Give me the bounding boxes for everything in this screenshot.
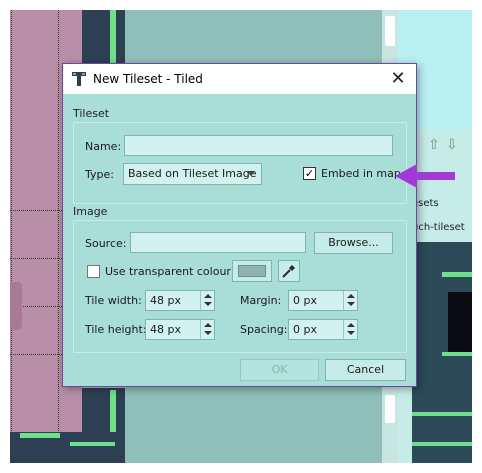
- purple-arrow-icon: [395, 164, 455, 188]
- name-label-text: Name:: [85, 140, 122, 153]
- tiled-app-icon: [72, 72, 86, 86]
- close-icon[interactable]: ✕: [386, 67, 410, 91]
- stepper-down-icon[interactable]: [204, 331, 212, 335]
- tileset-tile: [412, 442, 472, 446]
- tile-height-label: Tile height:: [85, 323, 147, 336]
- stepper-up-icon[interactable]: [347, 294, 355, 298]
- transparent-colour-checkbox[interactable]: [87, 265, 100, 278]
- embed-in-map-checkbox[interactable]: ✓: [303, 167, 316, 180]
- stepper-buttons[interactable]: [200, 320, 214, 339]
- colour-swatch-button[interactable]: [232, 260, 272, 282]
- tile-height-value: 48 px: [150, 323, 181, 336]
- dialog-title: New Tileset - Tiled: [93, 72, 203, 86]
- cancel-button[interactable]: Cancel: [325, 359, 406, 381]
- stepper-up-icon[interactable]: [347, 323, 355, 327]
- colour-swatch: [238, 265, 266, 277]
- grid-line: [58, 10, 59, 463]
- tileset-tab[interactable]: uch-tileset: [412, 222, 465, 233]
- type-dropdown-value: Based on Tileset Image: [128, 167, 257, 180]
- arrow-down-icon[interactable]: ⇩: [446, 138, 460, 152]
- browse-button[interactable]: Browse...: [314, 232, 393, 254]
- map-tile: [70, 442, 115, 446]
- transparent-colour-label[interactable]: Use transparent colour:: [105, 265, 234, 278]
- stepper-buttons[interactable]: [343, 291, 357, 310]
- name-label: Name:: [85, 140, 121, 153]
- spacing-value: 0 px: [293, 323, 317, 336]
- stepper-down-icon[interactable]: [347, 302, 355, 306]
- new-tileset-dialog: New Tileset - Tiled ✕ Tileset Name: Type…: [62, 63, 417, 387]
- stepper-down-icon[interactable]: [204, 302, 212, 306]
- source-label: Source:: [85, 237, 127, 250]
- scrollbar-thumb[interactable]: [385, 395, 395, 423]
- colour-picker-button[interactable]: [278, 260, 300, 282]
- map-tile: [20, 433, 60, 438]
- stepper-buttons[interactable]: [343, 320, 357, 339]
- eyedropper-icon: [282, 265, 295, 278]
- stepper-buttons[interactable]: [200, 291, 214, 310]
- tile-width-stepper[interactable]: 48 px: [145, 290, 215, 311]
- tile-width-value: 48 px: [150, 294, 181, 307]
- stepper-down-icon[interactable]: [347, 331, 355, 335]
- tileset-tile: [412, 412, 472, 416]
- embed-in-map-label[interactable]: Embed in map: [321, 167, 401, 180]
- scrollbar-thumb[interactable]: [385, 16, 395, 46]
- name-field[interactable]: [124, 135, 393, 156]
- tile-width-label: Tile width:: [85, 294, 142, 307]
- ok-button[interactable]: OK: [240, 359, 319, 381]
- type-label: Type:: [85, 168, 114, 181]
- dialog-titlebar[interactable]: New Tileset - Tiled ✕: [63, 64, 416, 94]
- tile-height-stepper[interactable]: 48 px: [145, 319, 215, 340]
- map-tile: [110, 10, 116, 70]
- tileset-tile: [448, 292, 472, 352]
- image-group-label: Image: [73, 205, 108, 218]
- tileset-tile: [442, 352, 472, 356]
- map-tile-highlight: [10, 282, 22, 330]
- chevron-down-icon: [247, 171, 255, 176]
- type-dropdown[interactable]: Based on Tileset Image: [123, 163, 262, 185]
- margin-value: 0 px: [293, 294, 317, 307]
- arrow-up-icon[interactable]: ⇧: [428, 138, 442, 152]
- margin-stepper[interactable]: 0 px: [288, 290, 358, 311]
- spacing-label: Spacing:: [240, 323, 288, 336]
- margin-label: Margin:: [240, 294, 282, 307]
- tileset-preview[interactable]: [412, 242, 472, 463]
- stepper-up-icon[interactable]: [204, 323, 212, 327]
- spacing-stepper[interactable]: 0 px: [288, 319, 358, 340]
- source-field[interactable]: [130, 232, 306, 253]
- tileset-group-label: Tileset: [73, 107, 110, 120]
- tileset-tile: [442, 272, 472, 277]
- grid-line: [11, 10, 12, 463]
- stepper-up-icon[interactable]: [204, 294, 212, 298]
